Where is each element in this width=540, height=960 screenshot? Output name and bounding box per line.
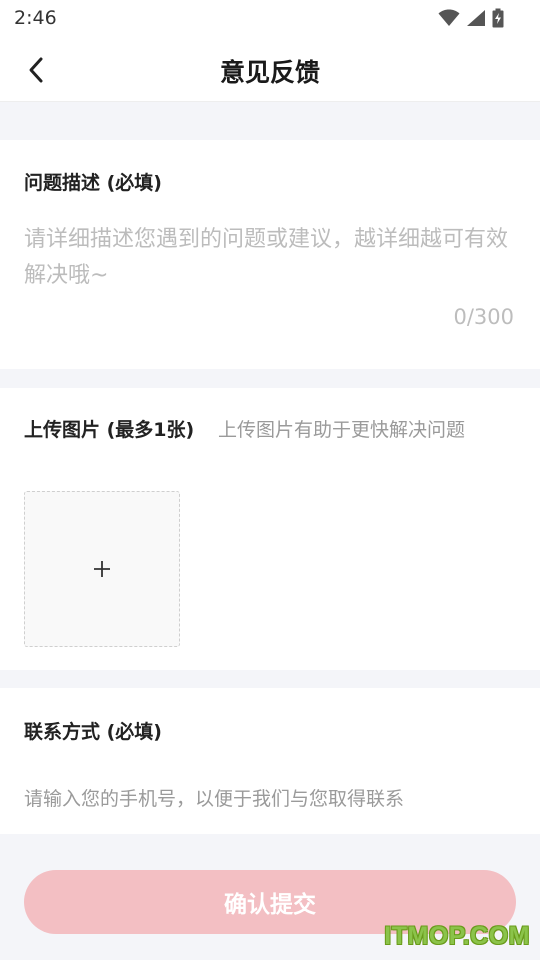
description-label: 问题描述 (必填) — [24, 172, 162, 194]
signal-icon — [467, 10, 485, 26]
description-section: 问题描述 (必填) 0/300 — [0, 140, 540, 369]
upload-hint: 上传图片有助于更快解决问题 — [218, 419, 466, 441]
upload-section: 上传图片 (最多1张) 上传图片有助于更快解决问题 — [0, 388, 540, 670]
status-icons — [438, 8, 504, 28]
contact-section: 联系方式 (必填) — [0, 688, 540, 834]
phone-input[interactable] — [24, 784, 516, 814]
contact-label: 联系方式 (必填) — [24, 721, 162, 743]
upload-label: 上传图片 (最多1张) — [24, 419, 195, 441]
page-title: 意见反馈 — [219, 58, 320, 87]
plus-icon — [94, 561, 110, 577]
wifi-icon — [438, 9, 460, 26]
watermark-logo: ITMOP.COM — [384, 922, 530, 950]
char-counter: 0/300 — [453, 305, 514, 329]
add-image-button[interactable] — [24, 491, 180, 647]
status-time: 2:46 — [14, 7, 57, 29]
status-bar: 2:46 — [0, 0, 540, 38]
app-header: 意见反馈 — [0, 38, 540, 102]
battery-charging-icon — [492, 8, 504, 28]
description-textarea[interactable] — [24, 222, 516, 312]
